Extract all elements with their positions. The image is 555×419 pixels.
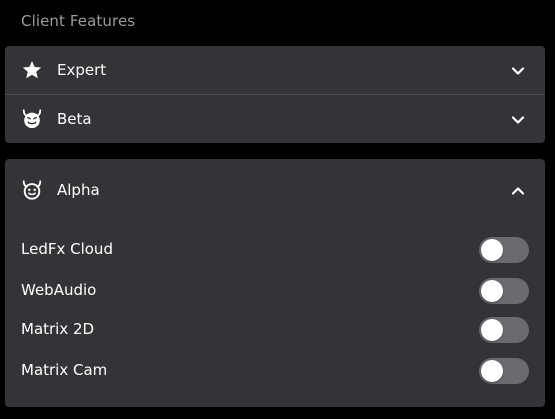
star-icon (21, 59, 43, 81)
feature-row-matrix-2d: Matrix 2D (5, 314, 545, 346)
feature-row-ledfx-cloud: LedFx Cloud (5, 234, 545, 266)
toggle-webaudio[interactable] (479, 278, 529, 304)
accordion-expert-label: Expert (57, 61, 107, 79)
devil-face-icon (21, 108, 43, 130)
toggle-ledfx-cloud[interactable] (479, 237, 529, 263)
toggle-matrix-cam[interactable] (479, 358, 529, 384)
feature-label: Matrix 2D (21, 320, 95, 338)
chevron-down-icon (511, 63, 525, 77)
accordion-beta-label: Beta (57, 110, 92, 128)
feature-row-matrix-cam: Matrix Cam (5, 355, 545, 387)
toggle-thumb (481, 280, 503, 302)
section-title: Client Features (21, 12, 136, 30)
feature-row-webaudio: WebAudio (5, 275, 545, 307)
chevron-up-icon (511, 183, 525, 197)
toggle-thumb (481, 239, 503, 261)
toggle-thumb (481, 319, 503, 341)
toggle-thumb (481, 360, 503, 382)
accordion-alpha-label: Alpha (57, 181, 100, 199)
accordion-beta-header[interactable]: Beta (5, 95, 545, 143)
toggle-matrix-2d[interactable] (479, 317, 529, 343)
accordion-expert-header[interactable]: Expert (5, 46, 545, 94)
feature-label: WebAudio (21, 281, 97, 299)
collapsed-accordions-panel: Expert Beta (5, 46, 545, 143)
accordion-alpha-panel: Alpha LedFx Cloud WebAudio Matrix 2D Mat… (5, 159, 545, 407)
accordion-alpha-header[interactable]: Alpha (5, 166, 545, 214)
feature-label: Matrix Cam (21, 361, 108, 379)
devil-face-outline-icon (21, 179, 43, 201)
chevron-down-icon (511, 112, 525, 126)
feature-label: LedFx Cloud (21, 240, 113, 258)
client-features-page: Client Features Expert Beta Alpha LedFx … (0, 0, 555, 419)
